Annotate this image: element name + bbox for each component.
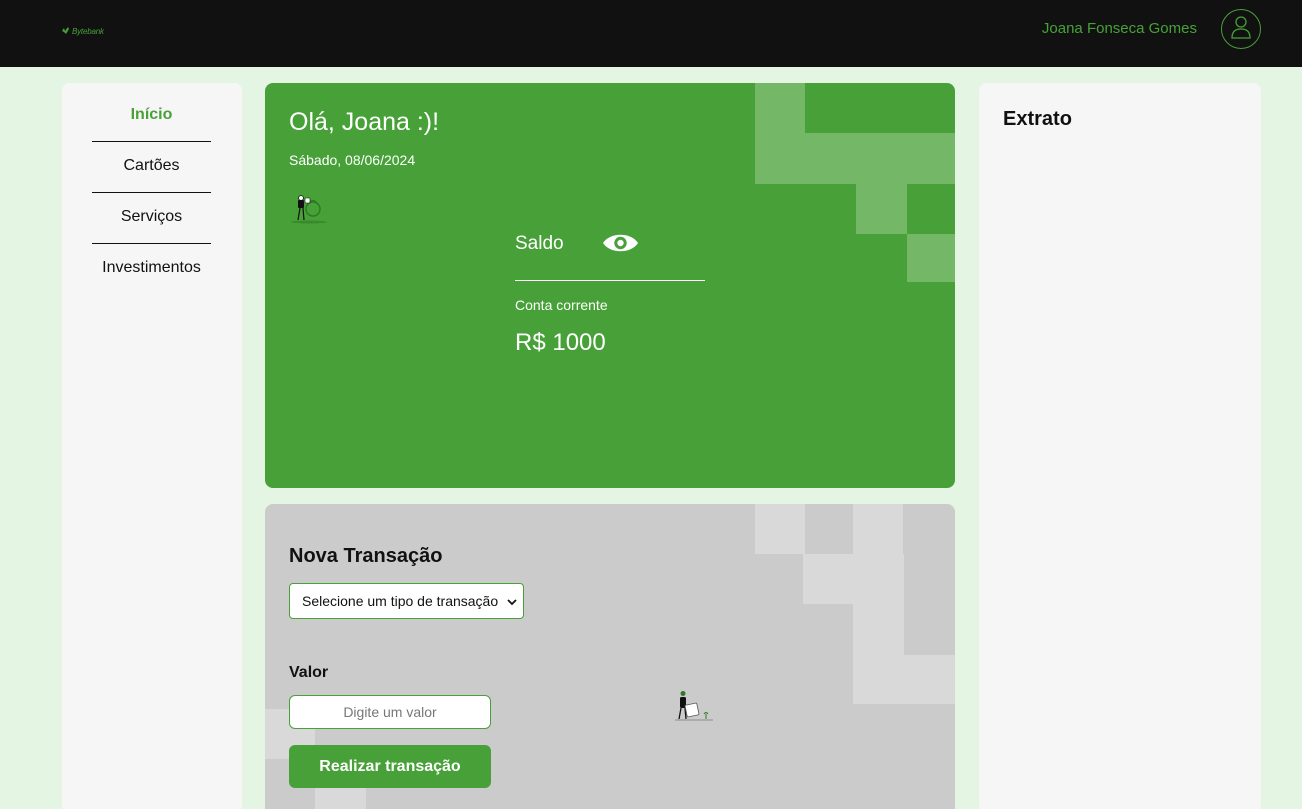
sidebar: Início Cartões Serviços Investimentos xyxy=(62,83,242,809)
submit-transaction-button[interactable]: Realizar transação xyxy=(289,745,491,788)
transaction-type-value: Selecione um tipo de transação xyxy=(302,593,499,609)
transaction-type-select[interactable]: Selecione um tipo de transação xyxy=(289,583,524,619)
decor-square xyxy=(853,655,904,704)
sidebar-item-servicos[interactable]: Serviços xyxy=(92,207,211,227)
logo-text: Bytebank xyxy=(72,26,104,36)
nav-divider xyxy=(92,192,211,193)
decor-square xyxy=(755,133,805,184)
value-input[interactable] xyxy=(289,695,491,729)
chevron-down-icon xyxy=(507,593,517,609)
value-label: Valor xyxy=(289,664,329,681)
eye-icon[interactable] xyxy=(602,230,639,261)
decor-square xyxy=(856,184,907,234)
decor-square xyxy=(904,655,955,704)
decor-square xyxy=(853,554,904,604)
account-type: Conta corrente xyxy=(515,297,608,313)
transaction-title: Nova Transação xyxy=(289,545,443,567)
nav-divider xyxy=(92,243,211,244)
decor-square xyxy=(755,83,805,133)
sidebar-item-inicio[interactable]: Início xyxy=(92,105,211,125)
balance-card: Olá, Joana :)! Sábado, 08/06/2024 Saldo … xyxy=(265,83,955,488)
decor-square xyxy=(803,554,853,604)
current-date: Sábado, 08/06/2024 xyxy=(289,152,416,168)
avatar-button[interactable] xyxy=(1221,9,1261,49)
new-transaction-card: Nova Transação Selecione um tipo de tran… xyxy=(265,504,955,809)
sidebar-item-investimentos[interactable]: Investimentos xyxy=(92,258,211,278)
nav-divider xyxy=(92,141,211,142)
decor-square xyxy=(907,234,955,282)
greeting: Olá, Joana :)! xyxy=(289,108,440,136)
balance-label: Saldo xyxy=(515,233,564,254)
user-name: Joana Fonseca Gomes xyxy=(1041,20,1197,37)
statement-panel: Extrato xyxy=(979,83,1261,809)
user-icon xyxy=(1230,15,1252,44)
top-bar: Bytebank Joana Fonseca Gomes xyxy=(0,0,1302,67)
logo[interactable]: Bytebank xyxy=(61,22,104,40)
decor-square xyxy=(853,504,903,554)
logo-icon xyxy=(61,22,70,40)
decor-square xyxy=(805,133,856,184)
decor-square xyxy=(755,504,805,554)
decor-square xyxy=(856,133,907,184)
decor-square xyxy=(853,604,904,655)
transaction-illustration xyxy=(673,690,715,727)
balance-illustration xyxy=(289,193,329,230)
decor-square xyxy=(907,133,955,184)
statement-title: Extrato xyxy=(1003,108,1072,130)
sidebar-item-cartoes[interactable]: Cartões xyxy=(92,156,211,176)
balance-amount: R$ 1000 xyxy=(515,329,606,356)
balance-divider xyxy=(515,280,705,281)
